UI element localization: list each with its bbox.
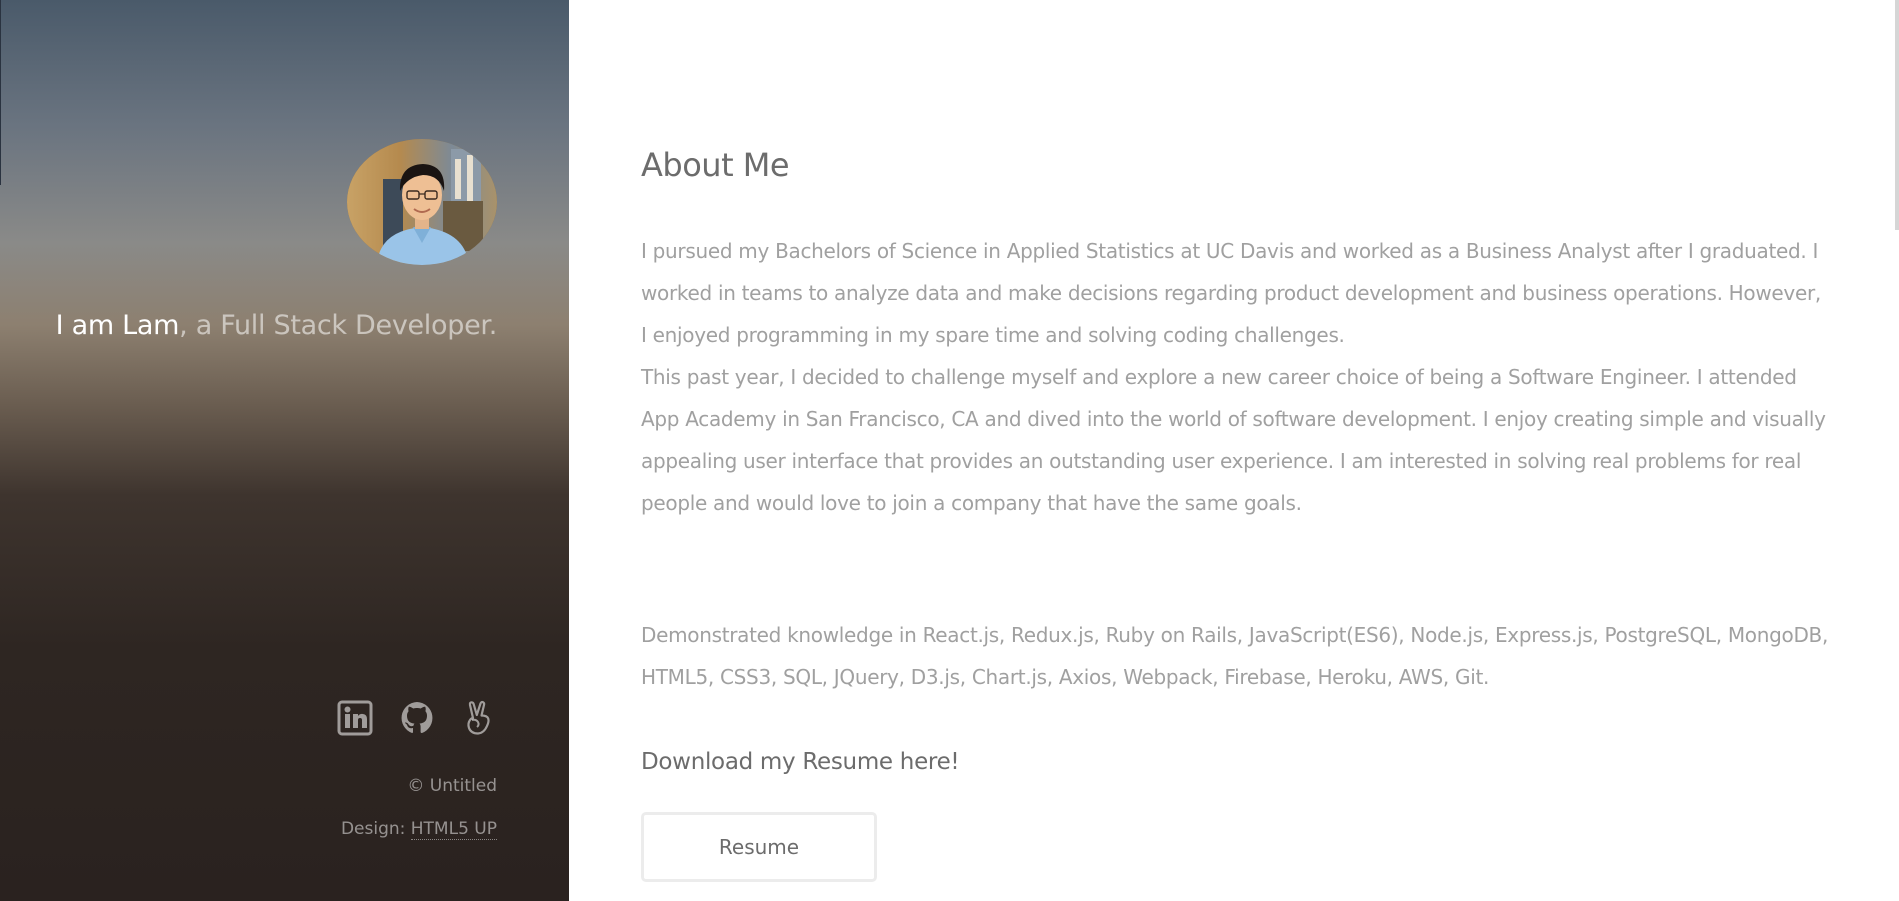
copyright-text: © Untitled xyxy=(407,776,497,796)
linkedin-icon[interactable] xyxy=(337,700,373,736)
design-prefix: Design: xyxy=(340,819,411,839)
tagline-role: , a Full Stack Developer. xyxy=(179,310,497,341)
tagline: I am Lam, a Full Stack Developer. xyxy=(55,310,498,341)
design-credit: Design: HTML5 UP xyxy=(340,819,497,840)
tagline-name: I am Lam xyxy=(55,310,180,341)
profile-avatar xyxy=(347,139,497,265)
skills-paragraph: Demonstrated knowledge in React.js, Redu… xyxy=(641,623,1829,689)
design-link[interactable]: HTML5 UP xyxy=(410,819,497,840)
scrollbar[interactable] xyxy=(1895,0,1899,230)
about-paragraph-career: This past year, I decided to challenge m… xyxy=(641,365,1826,515)
download-resume-text: Download my Resume here! xyxy=(641,749,960,775)
profile-photo xyxy=(347,139,497,265)
resume-button[interactable]: Resume xyxy=(641,812,877,882)
about-paragraph-education: I pursued my Bachelors of Science in App… xyxy=(641,239,1821,347)
angellist-icon[interactable] xyxy=(461,700,497,736)
social-links xyxy=(337,700,497,736)
github-icon[interactable] xyxy=(399,700,435,736)
sidebar: I am Lam, a Full Stack Developer. © Unti… xyxy=(0,0,569,901)
page-title: About Me xyxy=(641,146,790,184)
